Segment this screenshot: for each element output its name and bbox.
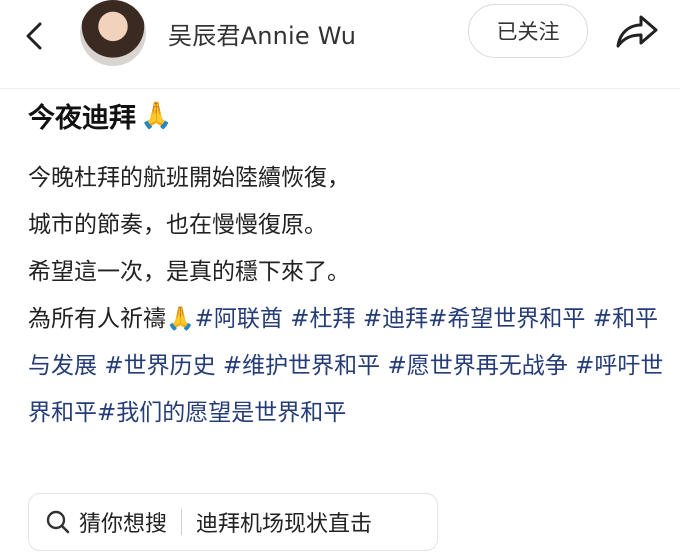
- share-button[interactable]: [610, 8, 662, 56]
- hashtag-link[interactable]: #希望世界和平: [428, 306, 585, 332]
- post-body: 今晚杜拜的航班開始陸續恢復， 城市的節奏，也在慢慢復原。 希望這一次，是真的穩下…: [28, 155, 668, 437]
- praying-hands-icon: 🙏: [140, 100, 173, 131]
- post-line: 城市的節奏，也在慢慢復原。: [28, 212, 327, 238]
- post-header: 吴辰君Annie Wu 已关注: [0, 0, 680, 89]
- post-line: 為所有人祈禱: [28, 306, 166, 332]
- hashtag-link[interactable]: #世界历史: [104, 353, 215, 379]
- suggested-search-bar[interactable]: 猜你想搜 迪拜机场现状直击: [28, 493, 438, 551]
- praying-hands-icon: 🙏: [166, 306, 195, 332]
- post-title-text: 今夜迪拜: [28, 103, 136, 134]
- post-line: 希望這一次，是真的穩下來了。: [28, 259, 350, 285]
- search-suggestion[interactable]: 迪拜机场现状直击: [196, 506, 372, 538]
- share-arrow-icon: [616, 15, 658, 48]
- back-button[interactable]: [18, 18, 54, 54]
- hashtag-link[interactable]: #我们的愿望是世界和平: [97, 400, 346, 426]
- follow-button[interactable]: 已关注: [468, 4, 588, 58]
- post-tags-paragraph: 為所有人祈禱🙏#阿联酋 #杜拜 #迪拜#希望世界和平 #和平与发展 #世界历史 …: [28, 296, 668, 437]
- hashtag-link[interactable]: #维护世界和平: [223, 353, 380, 379]
- search-icon: [46, 510, 70, 534]
- post-title: 今夜迪拜 🙏: [28, 96, 172, 135]
- search-label: 猜你想搜: [79, 512, 168, 537]
- post-line: 今晚杜拜的航班開始陸續恢復，: [28, 165, 350, 191]
- author-name[interactable]: 吴辰君Annie Wu: [168, 16, 356, 51]
- avatar[interactable]: [80, 0, 146, 66]
- hashtag-link[interactable]: #愿世界再无战争: [388, 353, 568, 379]
- hashtag-link[interactable]: #阿联酋: [195, 306, 283, 332]
- chevron-left-icon: [26, 22, 42, 50]
- hashtag-link[interactable]: #杜拜: [290, 306, 355, 332]
- hashtag-link[interactable]: #迪拜: [363, 306, 428, 332]
- search-divider: [181, 509, 183, 535]
